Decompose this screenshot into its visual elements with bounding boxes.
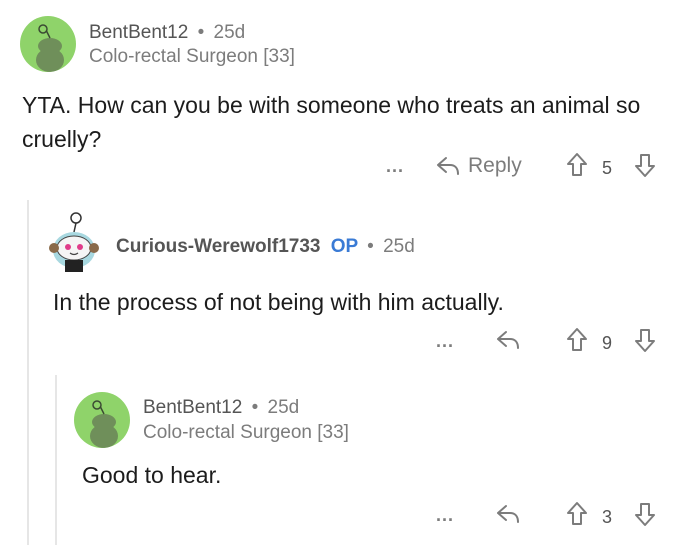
downvote-arrow-icon bbox=[634, 152, 656, 178]
separator: • bbox=[197, 22, 205, 43]
upvote-button[interactable] bbox=[566, 327, 588, 353]
more-dots: ... bbox=[436, 505, 455, 525]
op-badge: OP bbox=[330, 236, 358, 257]
downvote-arrow-icon bbox=[634, 327, 656, 353]
comment-header: BentBent12 • 25d bbox=[89, 22, 245, 44]
comment-body: Good to hear. bbox=[82, 462, 222, 488]
comment-header: BentBent12 • 25d bbox=[143, 397, 299, 419]
avatar[interactable] bbox=[46, 210, 102, 274]
snoo-avatar-icon bbox=[49, 212, 99, 272]
avatar[interactable] bbox=[74, 392, 130, 448]
reply-arrow-icon bbox=[435, 155, 461, 177]
username[interactable]: Curious-Werewolf1733 bbox=[116, 236, 320, 257]
more-options-button[interactable]: ... bbox=[436, 505, 454, 526]
comment-header: Curious-Werewolf1733 OP • 25d bbox=[116, 236, 415, 258]
snoo-avatar-icon bbox=[90, 400, 118, 448]
reply-arrow-icon bbox=[495, 329, 521, 351]
thread-line[interactable] bbox=[27, 200, 29, 545]
downvote-arrow-icon bbox=[634, 501, 656, 527]
more-dots: ... bbox=[386, 156, 405, 176]
timestamp: 25d bbox=[267, 397, 300, 418]
upvote-button[interactable] bbox=[566, 501, 588, 527]
more-options-button[interactable]: ... bbox=[436, 331, 454, 352]
thread-line[interactable] bbox=[55, 375, 57, 545]
separator: • bbox=[367, 236, 374, 257]
reply-label: Reply bbox=[468, 154, 522, 177]
user-flair: Colo-rectal Surgeon [33] bbox=[143, 422, 349, 443]
upvote-arrow-icon bbox=[566, 327, 588, 353]
vote-count: 9 bbox=[602, 333, 613, 353]
downvote-button[interactable] bbox=[634, 152, 656, 178]
timestamp: 25d bbox=[383, 236, 415, 257]
reply-arrow-icon bbox=[495, 503, 521, 525]
vote-count: 3 bbox=[602, 507, 613, 527]
upvote-arrow-icon bbox=[566, 501, 588, 527]
user-flair: Colo-rectal Surgeon [33] bbox=[89, 46, 295, 67]
more-dots: ... bbox=[436, 331, 455, 351]
reply-button[interactable] bbox=[495, 503, 521, 525]
downvote-button[interactable] bbox=[634, 327, 656, 353]
comment-body: YTA. How can you be with someone who tre… bbox=[22, 92, 641, 152]
comment-body: In the process of not being with him act… bbox=[53, 289, 504, 315]
username[interactable]: BentBent12 bbox=[89, 22, 188, 43]
username[interactable]: BentBent12 bbox=[143, 397, 242, 418]
separator: • bbox=[251, 397, 259, 418]
upvote-button[interactable] bbox=[566, 152, 588, 178]
more-options-button[interactable]: ... bbox=[386, 156, 404, 177]
upvote-arrow-icon bbox=[566, 152, 588, 178]
reply-button[interactable]: Reply bbox=[435, 154, 522, 178]
vote-count: 5 bbox=[602, 158, 613, 178]
downvote-button[interactable] bbox=[634, 501, 656, 527]
avatar[interactable] bbox=[20, 16, 76, 72]
reply-button[interactable] bbox=[495, 329, 521, 351]
snoo-avatar-icon bbox=[36, 24, 64, 72]
timestamp: 25d bbox=[213, 22, 246, 43]
